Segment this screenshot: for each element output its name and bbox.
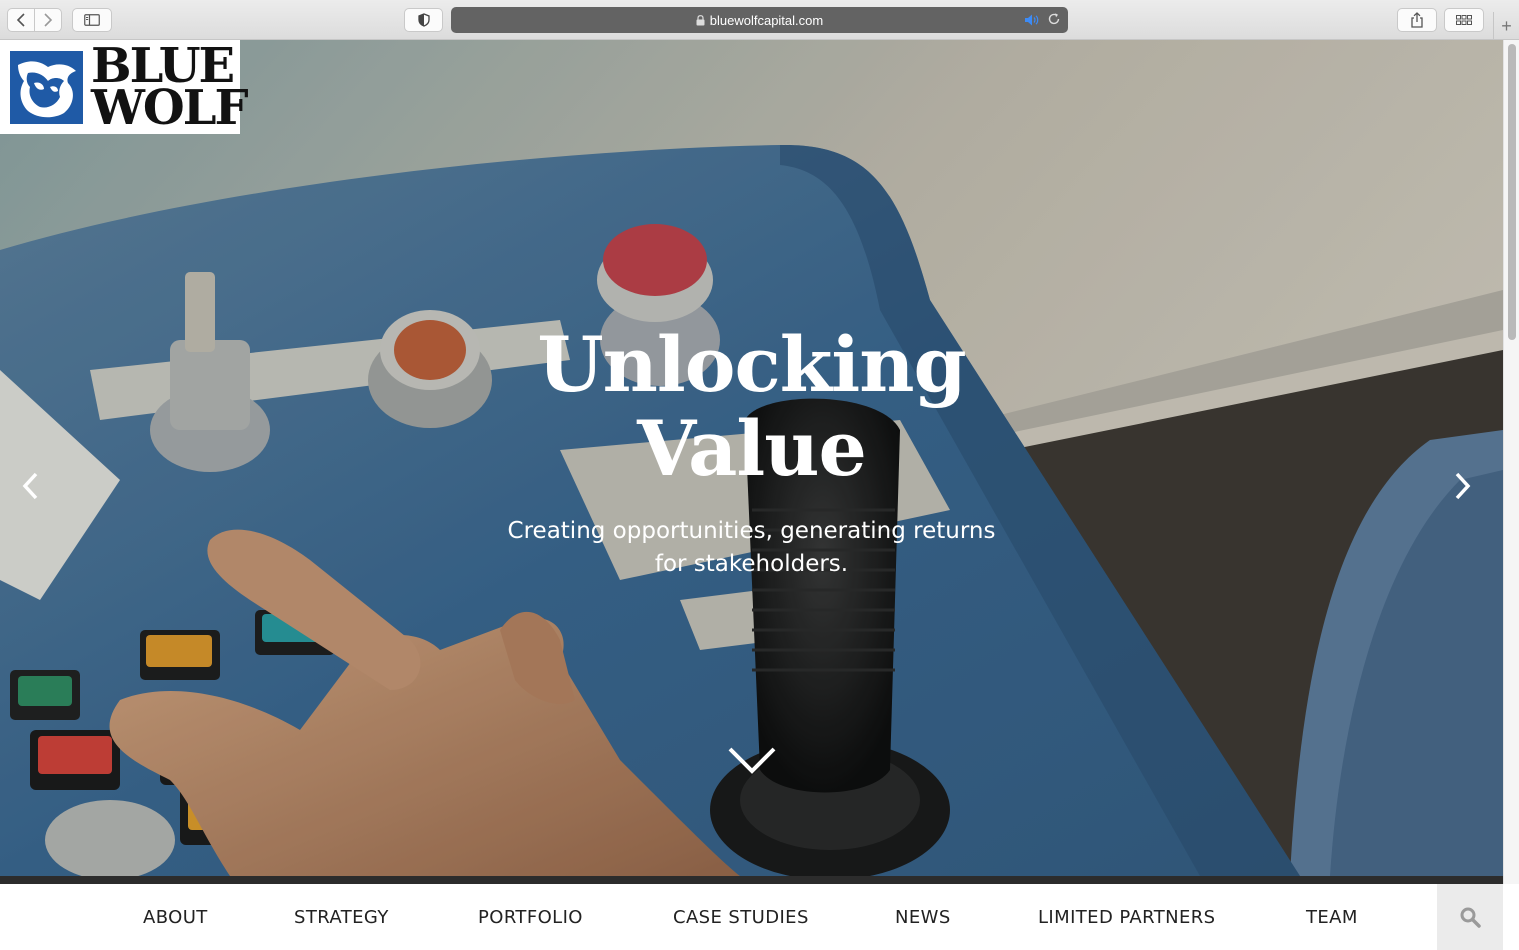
sidebar-button[interactable] xyxy=(72,8,112,32)
forward-button[interactable] xyxy=(34,8,62,32)
search-button[interactable] xyxy=(1437,884,1503,950)
chevron-left-icon xyxy=(22,472,38,500)
chevron-right-icon xyxy=(1455,472,1471,500)
reload-icon[interactable] xyxy=(1047,12,1061,29)
logo-line-2: WOLF xyxy=(91,80,249,136)
tab-overview-icon xyxy=(1456,15,1472,25)
slider-next-button[interactable] xyxy=(1445,468,1481,504)
scrollbar-thumb[interactable] xyxy=(1508,44,1516,340)
hero-divider xyxy=(0,876,1503,884)
scroll-down-button[interactable] xyxy=(726,743,778,777)
lock-icon xyxy=(696,14,705,26)
hero-title: Unlocking Value xyxy=(0,323,1503,491)
search-icon xyxy=(1460,907,1481,928)
logo[interactable]: BLUE WOLF xyxy=(0,40,249,134)
share-button[interactable] xyxy=(1397,8,1437,32)
nav-news[interactable]: NEWS xyxy=(895,884,951,950)
nav-strategy[interactable]: STRATEGY xyxy=(294,884,389,950)
url-text: bluewolfcapital.com xyxy=(709,12,824,28)
nav-case-studies[interactable]: CASE STUDIES xyxy=(673,884,809,950)
speaker-icon[interactable] xyxy=(1024,13,1040,30)
privacy-report-button[interactable] xyxy=(404,8,443,32)
nav-portfolio[interactable]: PORTFOLIO xyxy=(478,884,583,950)
shield-icon xyxy=(417,13,430,27)
chevron-right-icon xyxy=(44,13,53,27)
page-scrollbar[interactable] xyxy=(1503,40,1519,884)
hero-subtitle: Creating opportunities, generating retur… xyxy=(507,518,996,577)
chevron-down-icon xyxy=(728,747,776,774)
hero-slider: BLUE WOLF Unlocking Value Creating oppor… xyxy=(0,40,1503,876)
chevron-left-icon xyxy=(16,13,25,27)
address-bar[interactable]: bluewolfcapital.com xyxy=(451,7,1068,33)
browser-toolbar: bluewolfcapital.com + xyxy=(0,0,1519,40)
plus-icon: + xyxy=(1501,15,1512,36)
back-button[interactable] xyxy=(7,8,35,32)
slider-prev-button[interactable] xyxy=(12,468,48,504)
tab-overview-button[interactable] xyxy=(1444,8,1484,32)
wolf-logo-icon xyxy=(10,51,83,124)
sidebar-icon xyxy=(84,14,100,26)
hero-title-line-1: Unlocking xyxy=(537,320,966,409)
share-icon xyxy=(1411,12,1423,28)
nav-about[interactable]: ABOUT xyxy=(143,884,208,950)
logo-wordmark: BLUE WOLF xyxy=(91,42,249,136)
nav-team[interactable]: TEAM xyxy=(1306,884,1358,950)
new-tab-button[interactable]: + xyxy=(1493,12,1519,40)
hero-title-line-2: Value xyxy=(637,404,867,493)
main-navigation: ABOUT STRATEGY PORTFOLIO CASE STUDIES NE… xyxy=(0,884,1519,950)
nav-limited-partners[interactable]: LIMITED PARTNERS xyxy=(1038,884,1216,950)
